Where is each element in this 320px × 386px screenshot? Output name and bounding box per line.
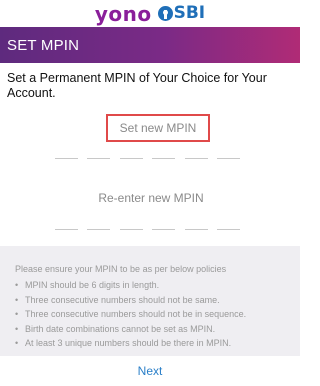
reenter-mpin-field[interactable]: Re-enter new MPIN [90,190,212,206]
set-new-mpin-field[interactable]: Set new MPIN [106,114,210,142]
policies-list: MPIN should be 6 digits in length. Three… [15,278,300,351]
reenter-mpin-digit-3[interactable] [119,229,143,230]
set-new-mpin-label: Set new MPIN [119,121,197,135]
policy-item: MPIN should be 6 digits in length. [15,278,300,293]
page-title: SET MPIN [7,36,80,54]
reenter-mpin-digit-5[interactable] [184,229,208,230]
policy-item: Three consecutive numbers should not be … [15,307,300,322]
page-header: SET MPIN [0,27,300,63]
reenter-mpin-label: Re-enter new MPIN [98,191,204,205]
reenter-mpin-digit-1[interactable] [55,229,78,230]
policies-intro: Please ensure your MPIN to be as per bel… [15,264,227,274]
reenter-mpin-digit-6[interactable] [216,229,240,230]
new-mpin-digit-4[interactable] [152,158,176,159]
instruction-text: Set a Permanent MPIN of Your Choice for … [7,71,267,100]
new-mpin-digit-5[interactable] [184,158,208,159]
policy-item: Birth date combinations cannot be set as… [15,322,300,337]
mpin-policies-panel: Please ensure your MPIN to be as per bel… [0,246,300,356]
next-button[interactable]: Next [126,360,175,382]
new-mpin-digit-3[interactable] [119,158,143,159]
policy-item: Three consecutive numbers should not be … [15,293,300,308]
app-topbar: yono SBI [0,0,300,27]
new-mpin-digit-2[interactable] [87,158,111,159]
brand-sbi-text: SBI [173,3,206,23]
brand-yono-text: yono [94,1,152,26]
footer-bar: Next [0,356,300,386]
policy-item: At least 3 unique numbers should be ther… [15,336,300,351]
reenter-mpin-digit-row[interactable] [55,229,240,231]
brand-logo: yono SBI [95,4,205,24]
reenter-mpin-digit-2[interactable] [87,229,111,230]
new-mpin-digit-6[interactable] [216,158,240,159]
sbi-logo-icon [157,6,173,21]
brand-sbi: SBI [157,3,206,23]
new-mpin-digit-row[interactable] [55,158,240,160]
reenter-mpin-digit-4[interactable] [152,229,176,230]
new-mpin-digit-1[interactable] [55,158,78,159]
